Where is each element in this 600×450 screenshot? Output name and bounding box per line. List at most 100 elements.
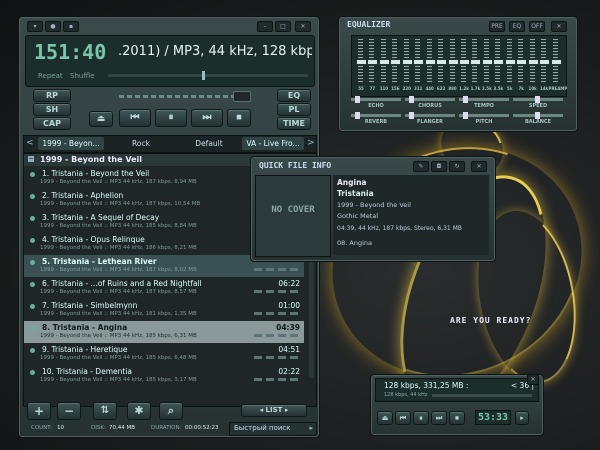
mini-next-button[interactable]: ⏭ — [431, 411, 447, 425]
eq-band-knob[interactable] — [550, 59, 562, 65]
effect-slider-thumb[interactable] — [409, 112, 414, 119]
eq-band-knob[interactable] — [356, 59, 367, 65]
eq-band-slider[interactable] — [470, 39, 482, 83]
eq-band-knob[interactable] — [413, 59, 425, 65]
volume-thumb[interactable] — [233, 91, 251, 102]
qi-close-button[interactable]: ✕ — [471, 161, 487, 172]
time-display[interactable]: 151:40 — [34, 40, 106, 64]
eq-band-slider[interactable] — [413, 39, 425, 83]
eq-band-slider[interactable] — [516, 39, 528, 83]
eq-band-slider[interactable] — [527, 39, 539, 83]
tab-scroll-left[interactable]: < — [26, 138, 34, 148]
plus-icon[interactable]: + — [27, 402, 51, 420]
repeat-label[interactable]: Repeat — [38, 72, 63, 80]
track-rating[interactable] — [254, 334, 300, 337]
eq-band-knob[interactable] — [504, 59, 516, 65]
eq-preset-button[interactable]: PRE — [489, 21, 505, 32]
effect-slider[interactable] — [405, 112, 455, 119]
eq-button[interactable]: EQ — [277, 89, 311, 102]
rp-button[interactable]: RP — [33, 89, 71, 102]
tab-default[interactable]: Default — [176, 137, 242, 150]
mini-close-button[interactable]: ✕ — [527, 374, 539, 385]
options-button[interactable]: ● — [45, 21, 61, 32]
next-button[interactable]: ⏭ — [191, 109, 223, 127]
effect-slider[interactable] — [459, 96, 509, 103]
eq-band-knob[interactable] — [436, 59, 448, 65]
pl-button[interactable]: PL — [277, 103, 311, 116]
effect-slider[interactable] — [513, 96, 563, 103]
stop-button[interactable]: ⏹ — [227, 109, 251, 127]
shuffle-label[interactable]: Shuffle — [70, 72, 94, 80]
cap-button[interactable]: CAP — [33, 117, 71, 130]
eq-band-slider[interactable] — [356, 39, 367, 83]
close-button[interactable]: ✕ — [295, 21, 311, 32]
mini-prev-button[interactable]: ⏮ — [395, 411, 411, 425]
eq-band-slider[interactable] — [367, 39, 379, 83]
eq-band-knob[interactable] — [481, 59, 493, 65]
tab-va-live[interactable]: VA - Live Fro... — [242, 137, 304, 150]
tab-1999[interactable]: 1999 - Beyon... — [38, 137, 104, 150]
menu-button[interactable]: ▾ — [27, 21, 43, 32]
mini-seek[interactable] — [432, 394, 532, 397]
search-icon[interactable]: ⌕ — [159, 402, 183, 420]
effect-slider[interactable] — [459, 112, 509, 119]
eq-band-slider[interactable] — [424, 39, 436, 83]
eq-band-knob[interactable] — [493, 59, 505, 65]
track-row[interactable]: 9. Tristania - Heretique 1999 - Beyond th… — [24, 343, 304, 365]
effect-slider-thumb[interactable] — [463, 112, 468, 119]
sh-button[interactable]: SH — [33, 103, 71, 116]
qi-lock-button[interactable]: ◘ — [431, 161, 447, 172]
tab-scroll-right[interactable]: > — [307, 138, 315, 148]
shade-button[interactable]: ▪ — [63, 21, 79, 32]
eq-band-slider[interactable] — [378, 39, 390, 83]
qi-edit-button[interactable]: ✎ — [413, 161, 429, 172]
effect-slider-thumb[interactable] — [355, 112, 360, 119]
eq-band-knob[interactable] — [527, 59, 539, 65]
volume-slider[interactable] — [119, 95, 249, 98]
collapse-icon[interactable]: − — [28, 156, 34, 162]
minus-icon[interactable]: − — [57, 402, 81, 420]
track-rating[interactable] — [254, 378, 300, 381]
eq-band-slider[interactable] — [436, 39, 448, 83]
eq-close-button[interactable]: ✕ — [551, 21, 567, 32]
mini-eject-button[interactable]: ⏏ — [377, 411, 393, 425]
tab-rock[interactable]: Rock — [108, 137, 174, 150]
eq-band-knob[interactable] — [390, 59, 402, 65]
mini-stop-button[interactable]: ⏹ — [449, 411, 465, 425]
eq-band-knob[interactable] — [539, 59, 551, 65]
mini-time[interactable]: 53:33 — [475, 410, 511, 425]
track-row[interactable]: 10. Tristania - Dementia 1999 - Beyond th… — [24, 365, 304, 387]
pause-button[interactable]: ⏸ — [155, 109, 187, 127]
eq-band-slider[interactable] — [504, 39, 516, 83]
track-rating[interactable] — [254, 268, 300, 271]
qi-refresh-button[interactable]: ↻ — [449, 161, 465, 172]
eq-band-knob[interactable] — [447, 59, 459, 65]
eq-toggle-button[interactable]: EQ — [509, 21, 525, 32]
eject-button[interactable]: ⏏ — [89, 111, 113, 127]
gear-icon[interactable]: ✱ — [127, 402, 151, 420]
track-rating[interactable] — [254, 290, 300, 293]
minimize-button[interactable]: – — [257, 21, 273, 32]
eq-band-knob[interactable] — [516, 59, 528, 65]
eq-band-slider[interactable] — [550, 39, 562, 83]
eq-band-slider[interactable] — [493, 39, 505, 83]
eq-band-slider[interactable] — [447, 39, 459, 83]
eq-band-slider[interactable] — [481, 39, 493, 83]
eq-band-slider[interactable] — [459, 39, 470, 83]
eq-band-knob[interactable] — [424, 59, 436, 65]
prev-button[interactable]: ⏮ — [119, 109, 151, 127]
eq-band-slider[interactable] — [539, 39, 551, 83]
eq-off-button[interactable]: OFF — [529, 21, 545, 32]
track-row[interactable]: 6. Tristania - ...of Ruins and a Red Nig… — [24, 277, 304, 299]
list-button[interactable]: ◂ LIST ▸ — [241, 404, 307, 417]
eq-band-slider[interactable] — [390, 39, 402, 83]
track-row[interactable]: 7. Tristania - Simbelmynn 1999 - Beyond t… — [24, 299, 304, 321]
effect-slider[interactable] — [513, 112, 563, 119]
effect-slider-thumb[interactable] — [409, 96, 414, 103]
seek-thumb[interactable] — [202, 71, 205, 80]
eq-band-slider[interactable] — [401, 39, 413, 83]
effect-slider[interactable] — [405, 96, 455, 103]
eq-band-knob[interactable] — [401, 59, 413, 65]
effect-slider-thumb[interactable] — [535, 96, 540, 103]
seek-bar[interactable] — [108, 74, 308, 77]
